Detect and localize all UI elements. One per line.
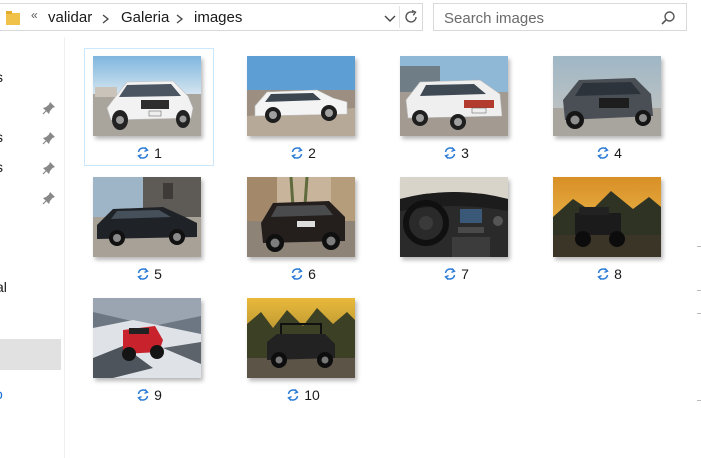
- file-caption: 2: [239, 145, 367, 161]
- pin-icon: [42, 162, 55, 175]
- navigation-pane: s s s al: [0, 37, 65, 458]
- file-item[interactable]: 7: [391, 169, 521, 287]
- sync-pending-icon: [291, 268, 303, 280]
- nav-item[interactable]: [0, 97, 60, 119]
- sync-pending-icon: [287, 389, 299, 401]
- pin-icon: [42, 132, 55, 145]
- file-name: 3: [461, 145, 469, 161]
- nav-item-label: s: [0, 69, 3, 85]
- sync-pending-icon: [597, 268, 609, 280]
- nav-item[interactable]: [0, 187, 60, 209]
- nav-item[interactable]: s: [0, 157, 60, 179]
- file-item[interactable]: 4: [544, 48, 674, 166]
- breadcrumb-item[interactable]: images: [194, 9, 242, 26]
- divider: [697, 290, 701, 291]
- sync-pending-icon: [444, 147, 456, 159]
- file-caption: 6: [239, 266, 367, 282]
- image-thumbnail: [93, 177, 201, 257]
- file-item[interactable]: 2: [238, 48, 368, 166]
- image-thumbnail: [93, 56, 201, 136]
- search-icon[interactable]: [660, 10, 676, 26]
- file-item[interactable]: 8: [544, 169, 674, 287]
- divider: [697, 400, 701, 401]
- pin-icon: [42, 102, 55, 115]
- sync-pending-icon: [137, 147, 149, 159]
- image-thumbnail: [247, 298, 355, 378]
- folder-icon: [6, 11, 20, 25]
- nav-item-label: s: [0, 129, 3, 145]
- search-input[interactable]: [434, 4, 656, 32]
- image-thumbnail: [93, 298, 201, 378]
- file-name: 6: [308, 266, 316, 282]
- file-item[interactable]: 9: [84, 290, 214, 408]
- sync-pending-icon: [597, 147, 609, 159]
- file-name: 4: [614, 145, 622, 161]
- image-thumbnail: [247, 177, 355, 257]
- nav-item-selected[interactable]: [0, 339, 61, 370]
- pin-icon: [42, 192, 55, 205]
- file-name: 1: [154, 145, 162, 161]
- chevron-down-icon[interactable]: [382, 10, 398, 26]
- sync-pending-icon: [137, 389, 149, 401]
- file-name: 5: [154, 266, 162, 282]
- file-name: 7: [461, 266, 469, 282]
- file-item[interactable]: 6: [238, 169, 368, 287]
- file-caption: 5: [85, 266, 213, 282]
- chevron-right-icon[interactable]: [102, 14, 110, 24]
- divider: [399, 6, 400, 28]
- breadcrumb-item[interactable]: Galeria: [121, 9, 169, 26]
- search-box[interactable]: [433, 3, 687, 32]
- file-item[interactable]: 5: [84, 169, 214, 287]
- sync-pending-icon: [444, 268, 456, 280]
- image-thumbnail: [553, 56, 661, 136]
- nav-item[interactable]: al: [0, 277, 60, 299]
- nav-item[interactable]: s: [0, 127, 60, 149]
- file-caption: 3: [392, 145, 520, 161]
- image-thumbnail: [400, 56, 508, 136]
- file-caption: 4: [545, 145, 673, 161]
- file-caption: 10: [239, 387, 367, 403]
- nav-item[interactable]: s: [0, 67, 60, 89]
- file-item[interactable]: 1: [84, 48, 214, 166]
- chevron-right-icon[interactable]: [176, 14, 184, 24]
- file-caption: 1: [85, 145, 213, 161]
- nav-item-label: al: [0, 279, 7, 295]
- nav-item-onedrive[interactable]: o: [0, 386, 3, 402]
- nav-item-label: s: [0, 159, 3, 175]
- file-item[interactable]: 3: [391, 48, 521, 166]
- file-name: 8: [614, 266, 622, 282]
- file-caption: 7: [392, 266, 520, 282]
- file-name: 10: [304, 387, 320, 403]
- file-name: 2: [308, 145, 316, 161]
- breadcrumb-item[interactable]: validar: [48, 9, 92, 26]
- refresh-icon[interactable]: [401, 7, 421, 27]
- file-caption: 9: [85, 387, 213, 403]
- image-thumbnail: [400, 177, 508, 257]
- divider: [697, 313, 701, 314]
- file-name: 9: [154, 387, 162, 403]
- image-thumbnail: [553, 177, 661, 257]
- file-item[interactable]: 10: [238, 290, 368, 408]
- image-thumbnail: [247, 56, 355, 136]
- sync-pending-icon: [137, 268, 149, 280]
- sync-pending-icon: [291, 147, 303, 159]
- address-bar[interactable]: « validar Galeria images: [0, 3, 423, 31]
- divider: [697, 246, 701, 247]
- file-caption: 8: [545, 266, 673, 282]
- overflow-chevron-icon[interactable]: «: [31, 8, 38, 22]
